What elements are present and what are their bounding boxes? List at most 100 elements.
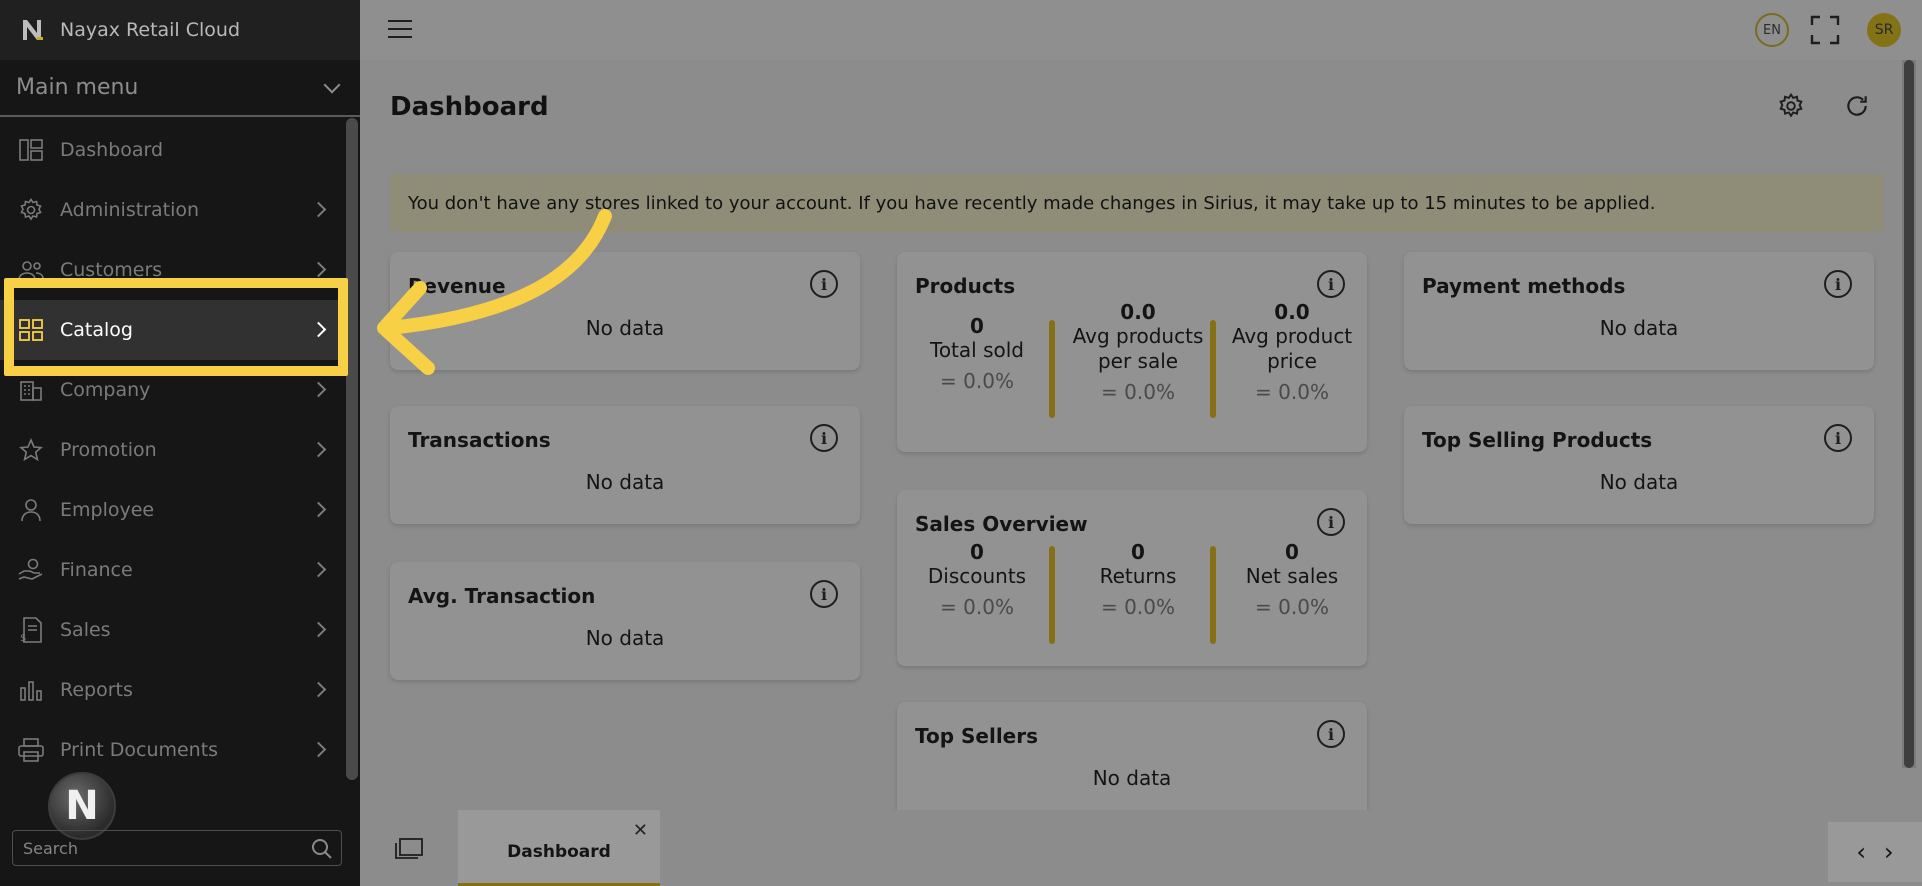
search-input[interactable] (23, 838, 303, 858)
metric-discounts: 0 Discounts = 0.0% (907, 540, 1047, 619)
no-data-text: No data (585, 470, 665, 494)
info-icon[interactable]: i (810, 424, 838, 452)
card-title: Sales Overview (915, 512, 1088, 536)
sidebar-menu: Dashboard Administration Customers Catal… (0, 120, 344, 780)
sidebar-item-label: Administration (60, 199, 200, 221)
tabs-overview-icon[interactable] (394, 838, 424, 864)
main-scrollbar[interactable] (1902, 60, 1916, 768)
sidebar-item-label: Customers (60, 259, 163, 281)
sidebar-item-dashboard[interactable]: Dashboard (0, 120, 344, 180)
refresh-icon[interactable] (1844, 93, 1870, 123)
user-avatar[interactable]: SR (1867, 13, 1901, 47)
sidebar-item-label: Company (60, 379, 151, 401)
sales-overview-card: Sales Overview i 0 Discounts = 0.0% 0 Re… (897, 490, 1367, 666)
main-menu-label: Main menu (16, 75, 139, 100)
sidebar-item-administration[interactable]: Administration (0, 180, 344, 240)
transactions-card: Transactions i No data (390, 406, 860, 524)
metric-change: = 0.0% (940, 369, 1014, 393)
sidebar-item-print-documents[interactable]: Print Documents (0, 720, 344, 780)
card-title: Products (915, 274, 1016, 298)
metric-label: Discounts (927, 564, 1027, 588)
sidebar-scrollbar[interactable] (346, 118, 358, 780)
metric-change: = 0.0% (940, 595, 1014, 619)
sidebar-search[interactable] (12, 830, 342, 866)
bottom-tab-bar: Dashboard ✕ ‹ › (360, 810, 1922, 886)
sidebar: Nayax Retail Cloud Main menu Dashboard A… (0, 0, 360, 886)
star-icon (18, 437, 44, 463)
metric-divider (1210, 546, 1216, 644)
metric-value: 0 (1285, 540, 1299, 564)
sidebar-item-label: Finance (60, 559, 133, 581)
sidebar-item-label: Catalog (60, 319, 133, 341)
tab-navigation: ‹ › (1828, 822, 1922, 882)
info-icon[interactable]: i (1824, 424, 1852, 452)
metric-avg-product-price: 0.0 Avg product price = 0.0% (1227, 300, 1357, 404)
avg-transaction-card: Avg. Transaction i No data (390, 562, 860, 680)
receipt-icon: $ (18, 617, 44, 643)
metric-total-sold: 0 Total sold = 0.0% (907, 314, 1047, 393)
sidebar-item-label: Dashboard (60, 139, 164, 161)
topbar: EN SR (360, 0, 1922, 60)
top-selling-products-card: Top Selling Products i No data (1404, 406, 1874, 524)
info-icon[interactable]: i (1317, 720, 1345, 748)
brand-header[interactable]: Nayax Retail Cloud (0, 0, 360, 60)
tab-dashboard[interactable]: Dashboard ✕ (458, 810, 660, 886)
metric-value: 0.0 (1274, 300, 1310, 324)
chevron-right-icon (310, 381, 327, 398)
sidebar-item-company[interactable]: Company (0, 360, 344, 420)
chevron-right-icon[interactable]: › (1884, 838, 1894, 866)
no-data-text: No data (1092, 766, 1172, 790)
sidebar-item-reports[interactable]: Reports (0, 660, 344, 720)
sidebar-item-employee[interactable]: Employee (0, 480, 344, 540)
metric-value: 0 (970, 314, 984, 338)
tab-label: Dashboard (507, 842, 611, 862)
metric-label: Avg products per sale (1072, 324, 1204, 373)
sidebar-item-catalog[interactable]: Catalog (0, 300, 344, 360)
dashboard-icon (18, 137, 44, 163)
products-card: Products i 0 Total sold = 0.0% 0.0 Avg p… (897, 252, 1367, 452)
users-icon (18, 257, 44, 283)
card-title: Payment methods (1422, 274, 1626, 298)
info-icon[interactable]: i (1317, 508, 1345, 536)
main-content: Dashboard You don't have any stores link… (360, 60, 1922, 820)
search-icon[interactable] (311, 838, 333, 864)
settings-gear-icon[interactable] (1778, 92, 1804, 123)
metric-net-sales: 0 Net sales = 0.0% (1227, 540, 1357, 619)
language-selector[interactable]: EN (1755, 13, 1789, 47)
chevron-right-icon (310, 561, 327, 578)
avatar-letter: N (65, 783, 99, 829)
metric-change: = 0.0% (1255, 380, 1329, 404)
printer-icon (18, 737, 44, 763)
no-data-text: No data (1599, 316, 1679, 340)
info-icon[interactable]: i (1824, 270, 1852, 298)
chevron-right-icon (310, 741, 327, 758)
tutorial-arrow-icon (377, 209, 612, 375)
payment-methods-card: Payment methods i No data (1404, 252, 1874, 370)
sidebar-item-sales[interactable]: $ Sales (0, 600, 344, 660)
chevron-right-icon (310, 681, 327, 698)
metric-divider (1049, 320, 1055, 418)
person-icon (18, 497, 44, 523)
sidebar-item-label: Reports (60, 679, 133, 701)
info-icon[interactable]: i (810, 270, 838, 298)
info-icon[interactable]: i (810, 580, 838, 608)
sidebar-item-label: Print Documents (60, 739, 219, 761)
info-icon[interactable]: i (1317, 270, 1345, 298)
main-menu-toggle[interactable]: Main menu (0, 60, 360, 117)
app-title: Nayax Retail Cloud (60, 19, 241, 41)
metric-change: = 0.0% (1101, 595, 1175, 619)
sidebar-item-label: Sales (60, 619, 111, 641)
chevron-left-icon[interactable]: ‹ (1856, 838, 1866, 866)
hamburger-menu-icon[interactable] (388, 20, 412, 38)
sidebar-item-label: Employee (60, 499, 155, 521)
sidebar-item-finance[interactable]: Finance (0, 540, 344, 600)
sidebar-item-promotion[interactable]: Promotion (0, 420, 344, 480)
no-data-text: No data (1599, 470, 1679, 494)
chevron-right-icon (310, 261, 327, 278)
card-title: Transactions (408, 428, 551, 452)
sidebar-item-customers[interactable]: Customers (0, 240, 344, 300)
scrollbar-thumb[interactable] (1904, 60, 1914, 768)
close-icon[interactable]: ✕ (633, 820, 648, 841)
fullscreen-icon[interactable] (1810, 15, 1840, 45)
chevron-right-icon (310, 201, 327, 218)
